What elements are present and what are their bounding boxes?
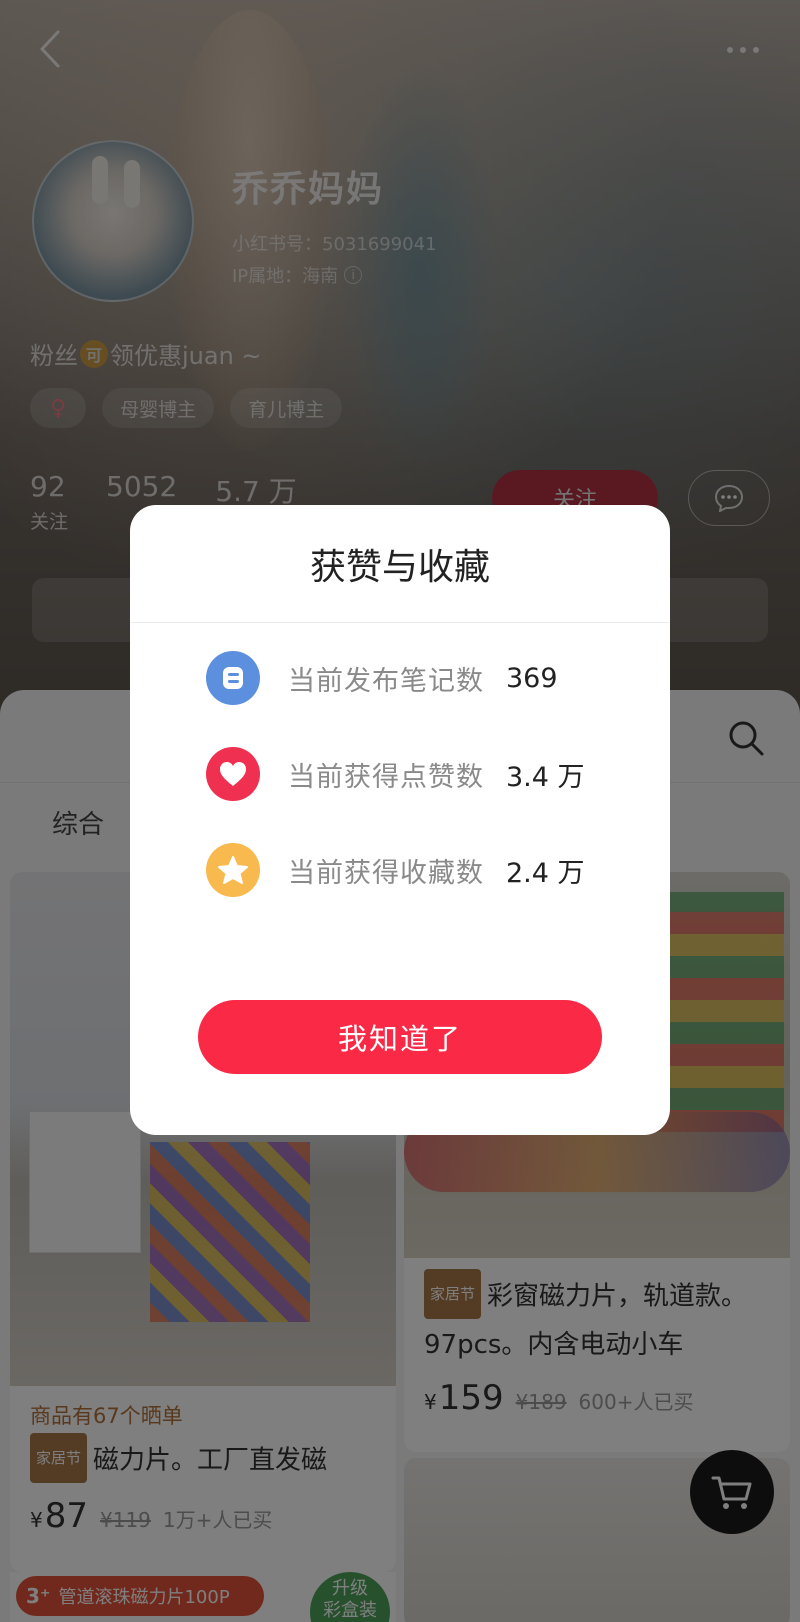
note-icon bbox=[206, 651, 260, 705]
collections-count-value: 2.4 万 bbox=[506, 857, 585, 889]
collections-count-label: 当前获得收藏数 bbox=[288, 857, 484, 889]
likes-count-row: 当前获得点赞数 3.4 万 bbox=[206, 747, 585, 801]
likes-collections-modal: 获赞与收藏 当前发布笔记数 369 当前获得点赞数 3.4 万 当前获得收藏数 … bbox=[130, 505, 670, 1135]
modal-title: 获赞与收藏 bbox=[130, 505, 670, 623]
star-icon bbox=[206, 843, 260, 897]
heart-icon bbox=[206, 747, 260, 801]
notes-count-row: 当前发布笔记数 369 bbox=[206, 651, 558, 705]
collections-count-row: 当前获得收藏数 2.4 万 bbox=[206, 843, 585, 897]
notes-count-label: 当前发布笔记数 bbox=[288, 665, 484, 697]
got-it-button[interactable]: 我知道了 bbox=[198, 1000, 602, 1074]
notes-count-value: 369 bbox=[506, 662, 558, 694]
likes-count-label: 当前获得点赞数 bbox=[288, 761, 484, 793]
likes-count-value: 3.4 万 bbox=[506, 761, 585, 793]
